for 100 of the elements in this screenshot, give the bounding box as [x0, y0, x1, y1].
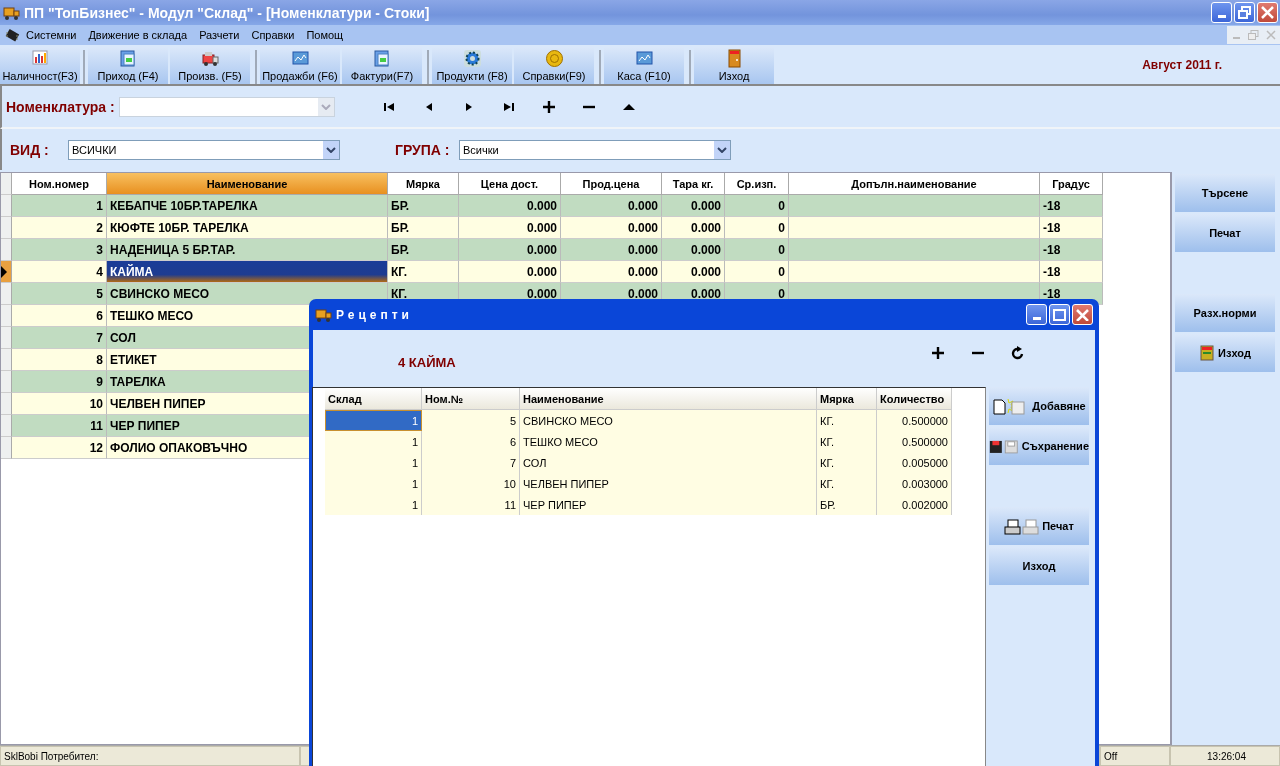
table-cell: КГ. — [388, 261, 459, 283]
minimize-button[interactable] — [1026, 304, 1047, 325]
table-cell: 0 — [725, 217, 789, 239]
table-cell: КГ. — [817, 431, 877, 452]
table-cell: 11 — [422, 494, 520, 515]
maximize-button[interactable] — [1049, 304, 1070, 325]
table-cell: -18 — [1040, 195, 1103, 217]
minimize-button[interactable] — [1211, 2, 1232, 23]
toolbar-button[interactable]: Приход (F4) — [88, 47, 168, 84]
door-icon — [1199, 345, 1216, 361]
side-button[interactable]: Печат — [989, 507, 1089, 545]
toolbar-button[interactable]: Продукти (F8) — [432, 47, 512, 84]
table-cell: БР. — [388, 195, 459, 217]
toolbar-button[interactable]: Фактури(F7) — [342, 47, 422, 84]
side-button[interactable]: Печат — [1175, 214, 1275, 252]
toolbar-button[interactable]: Каса (F10) — [604, 47, 684, 84]
plus-icon[interactable] — [931, 346, 945, 360]
table-cell: 0 — [725, 239, 789, 261]
column-header[interactable]: Мярка — [388, 173, 459, 195]
refresh-icon[interactable] — [1011, 346, 1025, 360]
menu-item[interactable]: Движение в склада — [82, 29, 194, 41]
plus-icon[interactable] — [541, 99, 556, 114]
status-clock: 13:26:04 — [1170, 746, 1280, 766]
caret-icon — [320, 103, 331, 110]
table-cell: 1 — [325, 431, 422, 452]
close-button[interactable] — [1072, 304, 1093, 325]
document-icon — [118, 49, 138, 68]
side-button[interactable]: Разх.норми — [1175, 294, 1275, 332]
table-cell: 0.500000 — [877, 410, 952, 431]
column-header[interactable]: Количество — [877, 388, 952, 410]
row-pointer-icon — [1, 265, 7, 278]
side-button[interactable]: Търсене — [1175, 174, 1275, 212]
menu-item[interactable]: Системни — [20, 29, 83, 41]
column-header[interactable]: Ном.№ — [422, 388, 520, 410]
table-cell: 0.003000 — [877, 473, 952, 494]
toolbar-button[interactable]: Справки(F9) — [514, 47, 594, 84]
side-button[interactable]: Добавяне — [989, 387, 1089, 425]
table-cell: 9 — [12, 371, 107, 393]
table-cell: 0 — [725, 195, 789, 217]
table-cell: 0.000 — [459, 195, 561, 217]
record-heading: 4 КАЙМА — [398, 355, 456, 370]
maximize-icon — [1053, 308, 1066, 321]
side-button[interactable]: Съхранение — [989, 427, 1089, 465]
close-button[interactable] — [1257, 2, 1278, 23]
close-icon — [1076, 308, 1089, 321]
table-cell: -18 — [1040, 261, 1103, 283]
side-button[interactable]: Изход — [989, 547, 1089, 585]
table-cell: 0.000 — [459, 217, 561, 239]
toolbar-button[interactable]: Изход — [694, 47, 774, 84]
table-cell: 0.000 — [561, 217, 662, 239]
table-cell: 0 — [725, 261, 789, 283]
toolbar-button[interactable]: Наличност(F3) — [0, 47, 80, 84]
table-cell: 0.000 — [561, 195, 662, 217]
column-header[interactable]: Прод.цена — [561, 173, 662, 195]
dropdown-field[interactable]: ВСИЧКИ — [68, 139, 340, 160]
table-cell: 0.000 — [662, 195, 725, 217]
restore-button[interactable] — [1234, 2, 1255, 23]
table-cell: 0.005000 — [877, 452, 952, 473]
table-cell: 0.000 — [662, 239, 725, 261]
floppy-disk-icon — [989, 437, 1020, 455]
truck-icon — [3, 4, 20, 21]
table-cell: 1 — [325, 473, 422, 494]
restore-icon — [1238, 6, 1251, 19]
table-cell: 8 — [12, 349, 107, 371]
table-cell: КАЙМА — [107, 261, 388, 283]
toolbar-button[interactable]: Продажби (F6) — [260, 47, 340, 84]
table-cell: СОЛ — [520, 452, 817, 473]
menu-item[interactable]: Помощ — [300, 29, 350, 41]
column-header[interactable]: Ср.изп. — [725, 173, 789, 195]
grid-corner — [1, 173, 12, 195]
table-cell: 7 — [12, 327, 107, 349]
side-button[interactable]: Изход — [1175, 334, 1275, 372]
table-cell: 1 — [325, 494, 422, 515]
column-header[interactable]: Склад — [325, 388, 422, 410]
table-cell: СВИНСКО МЕСО — [520, 410, 817, 431]
menu-item[interactable]: Разчети — [193, 29, 246, 41]
column-header[interactable]: Мярка — [817, 388, 877, 410]
minimize-icon — [1032, 317, 1041, 320]
toolbar-button[interactable]: Произв. (F5) — [170, 47, 250, 84]
table-cell: 3 — [12, 239, 107, 261]
printer-icon — [1004, 517, 1041, 535]
table-cell: КГ. — [817, 410, 877, 431]
table-cell: 7 — [422, 452, 520, 473]
column-header[interactable]: Цена дост. — [459, 173, 561, 195]
table-cell: ЧЕЛВЕН ПИПЕР — [520, 473, 817, 494]
field-label: ГРУПА : — [395, 141, 451, 158]
column-header[interactable]: Градус — [1040, 173, 1103, 195]
table-cell: 2 — [12, 217, 107, 239]
table-cell: 0.000 — [662, 261, 725, 283]
table-cell: 5 — [12, 283, 107, 305]
table-cell: 0.000 — [561, 239, 662, 261]
column-header[interactable]: Ном.номер — [12, 173, 107, 195]
dropdown-field[interactable]: Всички — [459, 139, 731, 160]
column-header[interactable]: Допълн.наименование — [789, 173, 1040, 195]
column-header[interactable]: Наименование — [520, 388, 817, 410]
column-header[interactable]: Тара кг. — [662, 173, 725, 195]
table-cell: 6 — [12, 305, 107, 327]
menu-item[interactable]: Справки — [245, 29, 301, 41]
table-cell: КГ. — [817, 473, 877, 494]
column-header[interactable]: Наименование — [107, 173, 388, 195]
